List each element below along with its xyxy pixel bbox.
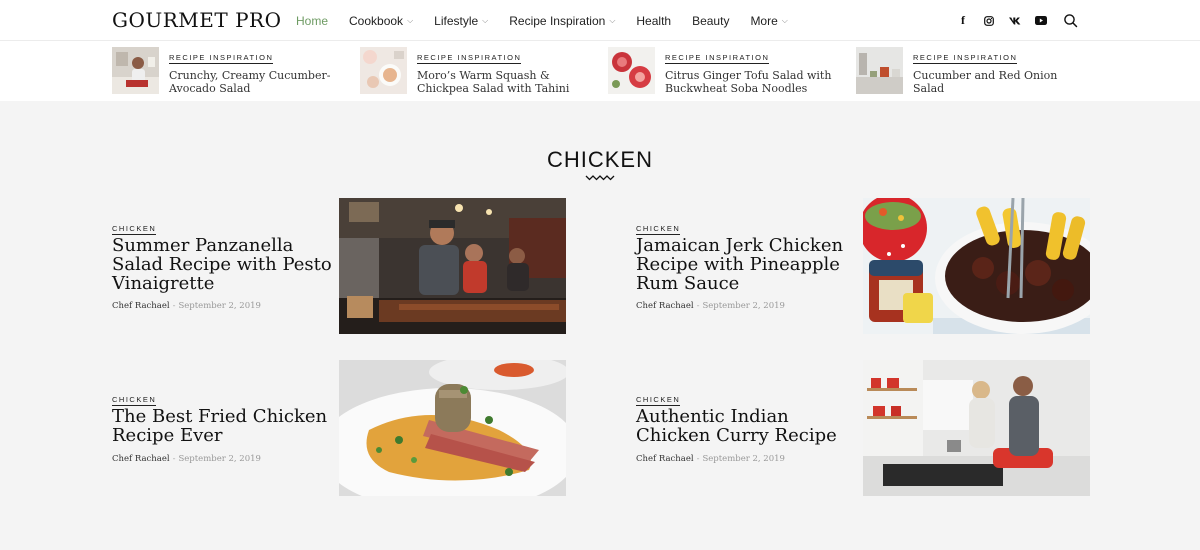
featured-item[interactable]: RECIPE INSPIRATION Citrus Ginger Tofu Sa… (608, 47, 840, 95)
search-icon[interactable] (1062, 12, 1080, 30)
featured-category[interactable]: RECIPE INSPIRATION (665, 53, 770, 64)
nav-label: Health (636, 13, 672, 28)
post-title[interactable]: Authentic Indian Chicken Curry Recipe (636, 407, 858, 445)
post-image[interactable] (339, 198, 566, 334)
featured-strip: RECIPE INSPIRATION Crunchy, Creamy Cucum… (0, 41, 1200, 101)
nav-item-cookbook[interactable]: Cookbook ⌵ (349, 14, 413, 28)
post-image[interactable] (863, 198, 1090, 334)
nav-item-more[interactable]: More ⌵ (750, 14, 787, 28)
featured-title[interactable]: Crunchy, Creamy Cucumber-Avocado Salad (169, 69, 344, 95)
featured-title[interactable]: Moro’s Warm Squash & Chickpea Salad with… (417, 69, 592, 95)
meta-separator: - (172, 301, 176, 311)
post-author[interactable]: Chef Rachael (112, 301, 170, 311)
featured-title[interactable]: Citrus Ginger Tofu Salad with Buckwheat … (665, 69, 840, 95)
nav-label: Beauty (692, 13, 730, 28)
meta-separator: - (172, 454, 176, 464)
post-date: September 2, 2019 (702, 454, 785, 464)
featured-category[interactable]: RECIPE INSPIRATION (913, 53, 1018, 64)
post-category[interactable]: CHICKEN (636, 224, 681, 235)
nav-item-recipe-inspiration[interactable]: Recipe Inspiration ⌵ (509, 14, 615, 28)
featured-item[interactable]: RECIPE INSPIRATION Crunchy, Creamy Cucum… (112, 47, 344, 95)
post-title[interactable]: Summer Panzanella Salad Recipe with Pest… (112, 236, 334, 293)
post-date: September 2, 2019 (178, 454, 261, 464)
chevron-down-icon: ⌵ (407, 15, 414, 25)
post-title[interactable]: Jamaican Jerk Chicken Recipe with Pineap… (636, 236, 858, 293)
featured-thumbnail (360, 47, 407, 94)
featured-title[interactable]: Cucumber and Red Onion Salad (913, 69, 1088, 95)
meta-separator: - (696, 301, 700, 311)
meta-separator: - (696, 454, 700, 464)
post-title[interactable]: The Best Fried Chicken Recipe Ever (112, 407, 334, 445)
nav-label: Lifestyle (434, 13, 479, 28)
featured-thumbnail (608, 47, 655, 94)
instagram-icon[interactable] (976, 11, 1002, 31)
post-category[interactable]: CHICKEN (112, 224, 157, 235)
featured-thumbnail (112, 47, 159, 94)
nav-item-lifestyle[interactable]: Lifestyle ⌵ (434, 14, 488, 28)
site-logo[interactable]: GOURMET PRO (112, 8, 281, 32)
youtube-icon[interactable] (1028, 11, 1054, 31)
chevron-down-icon: ⌵ (609, 15, 616, 25)
facebook-icon[interactable]: f (950, 11, 976, 31)
section-title: CHICKEN (546, 147, 653, 172)
post-meta: Chef Rachael - September 2, 2019 (636, 454, 785, 464)
post-category[interactable]: CHICKEN (636, 395, 681, 406)
chevron-down-icon: ⌵ (482, 15, 489, 25)
social-links: f (950, 0, 1054, 41)
nav-label: Home (296, 13, 329, 28)
featured-category[interactable]: RECIPE INSPIRATION (169, 53, 274, 64)
vk-icon[interactable] (1002, 11, 1028, 31)
squiggle-divider-icon (585, 175, 615, 181)
nav-label: Cookbook (349, 13, 404, 28)
post-category[interactable]: CHICKEN (112, 395, 157, 406)
featured-item[interactable]: RECIPE INSPIRATION Cucumber and Red Onio… (856, 47, 1088, 95)
nav-item-beauty[interactable]: Beauty (692, 14, 729, 28)
main-nav: Home Cookbook ⌵ Lifestyle ⌵ Recipe Inspira… (296, 0, 809, 41)
post-meta: Chef Rachael - September 2, 2019 (636, 301, 785, 311)
featured-item[interactable]: RECIPE INSPIRATION Moro’s Warm Squash & … (360, 47, 592, 95)
post-image[interactable] (863, 360, 1090, 496)
post-author[interactable]: Chef Rachael (636, 454, 694, 464)
post-author[interactable]: Chef Rachael (112, 454, 170, 464)
site-header: GOURMET PRO Home Cookbook ⌵ Lifestyle ⌵ Re… (0, 0, 1200, 41)
featured-thumbnail (856, 47, 903, 94)
featured-category[interactable]: RECIPE INSPIRATION (417, 53, 522, 64)
post-image[interactable] (339, 360, 566, 496)
post-author[interactable]: Chef Rachael (636, 301, 694, 311)
nav-item-home[interactable]: Home (296, 14, 328, 28)
post-meta: Chef Rachael - September 2, 2019 (112, 454, 261, 464)
nav-label: More (750, 13, 778, 28)
post-meta: Chef Rachael - September 2, 2019 (112, 301, 261, 311)
chevron-down-icon: ⌵ (781, 15, 788, 25)
post-date: September 2, 2019 (178, 301, 261, 311)
nav-label: Recipe Inspiration (509, 13, 606, 28)
post-date: September 2, 2019 (702, 301, 785, 311)
nav-item-health[interactable]: Health (636, 14, 671, 28)
